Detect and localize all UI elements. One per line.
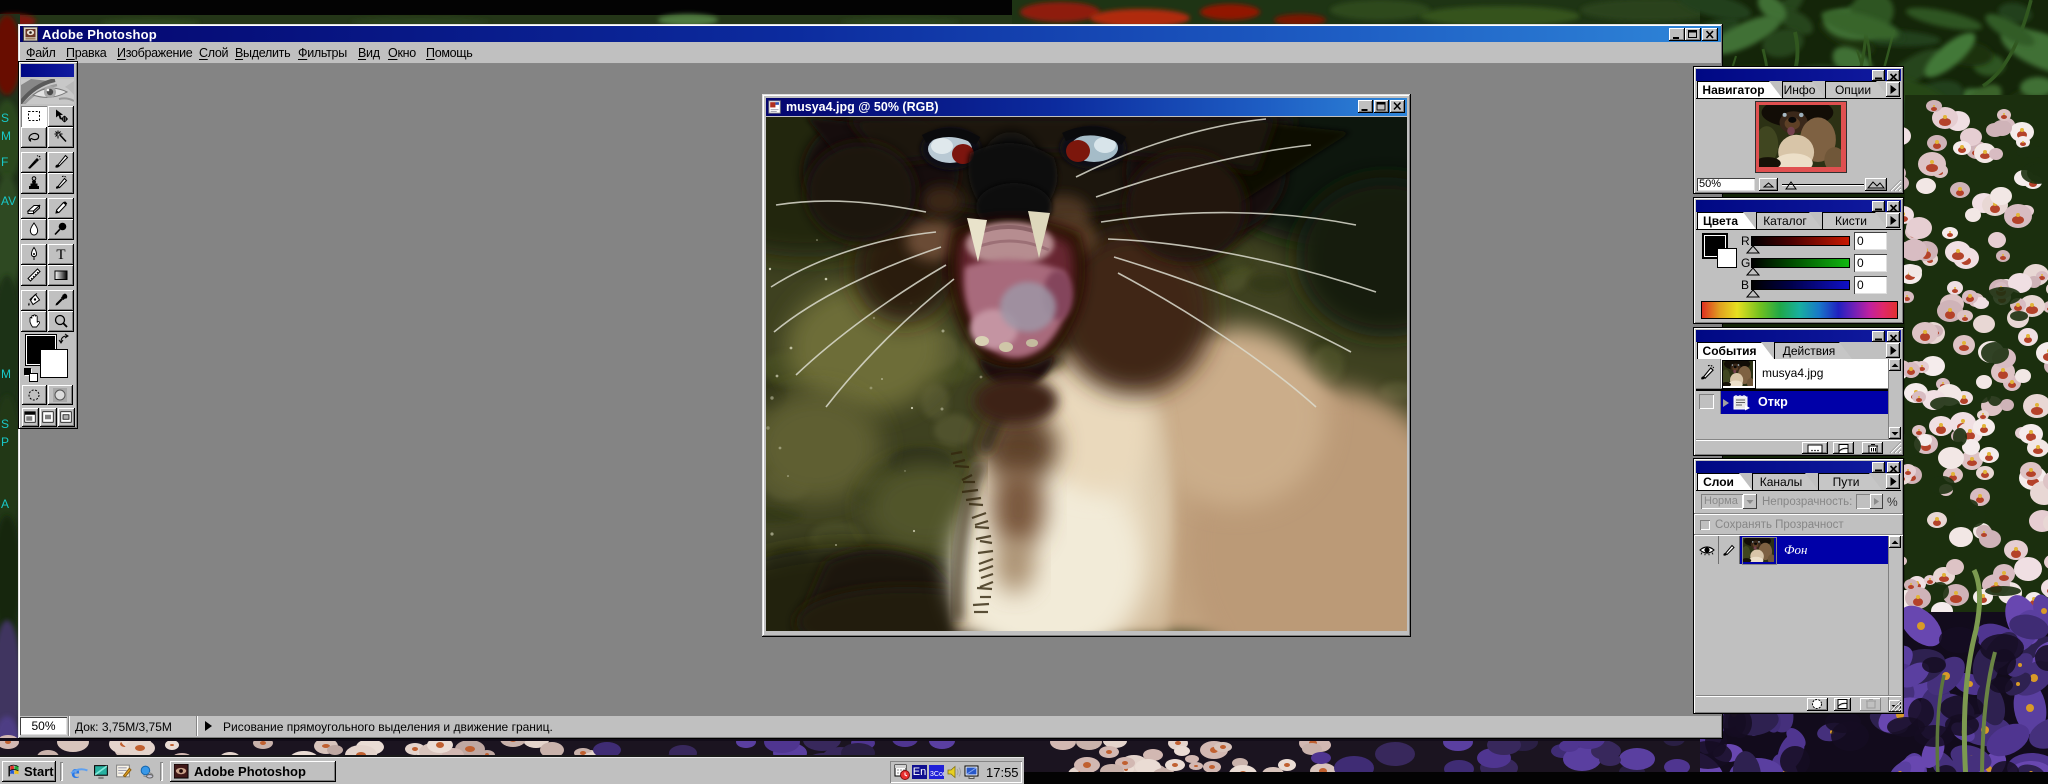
svg-text:M: M	[1, 129, 11, 143]
svg-text:A: A	[1, 497, 9, 511]
svg-text:P: P	[1, 435, 9, 449]
svg-text:S: S	[1, 417, 9, 431]
svg-text:M: M	[1, 367, 11, 381]
svg-text:T: T	[56, 247, 65, 262]
svg-text:S: S	[1, 111, 9, 125]
svg-text:F: F	[1, 155, 8, 169]
svg-text:AV: AV	[1, 194, 16, 208]
svg-text:3Com: 3Com	[930, 771, 944, 778]
